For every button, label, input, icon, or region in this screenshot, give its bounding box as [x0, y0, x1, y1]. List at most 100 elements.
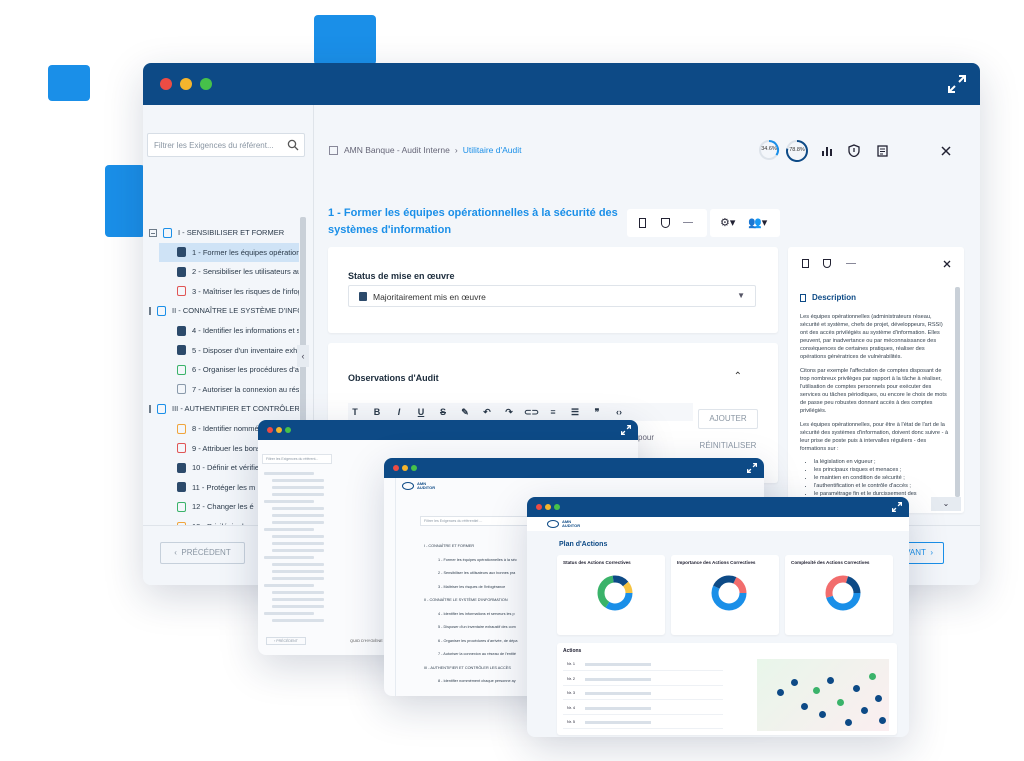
- tree-item[interactable]: 1 - Former les équipes opérationnelles: [159, 242, 299, 262]
- window-2-expand-icon[interactable]: [621, 425, 631, 435]
- underline-button[interactable]: U: [414, 407, 428, 417]
- collapse-icon[interactable]: [149, 228, 157, 237]
- maximize-dot[interactable]: [200, 78, 212, 90]
- window-3-minimize-dot[interactable]: [402, 465, 408, 471]
- window-2-maximize-dot[interactable]: [285, 427, 291, 433]
- window-3-tree-row[interactable]: 3 - Maîtriser les risques de l'infogéran…: [438, 585, 505, 589]
- action-bubble[interactable]: [861, 707, 868, 714]
- add-button[interactable]: AJOUTER: [698, 409, 758, 429]
- tree-section[interactable]: II - CONNAÎTRE LE SYSTÈME D'INFORMATION: [149, 301, 299, 320]
- close-panel-icon[interactable]: [943, 260, 951, 268]
- action-row[interactable]: Nr. 3: [563, 688, 723, 700]
- window-3-tree-row[interactable]: 2 - Sensibiliser les utilisateurs aux bo…: [438, 571, 515, 575]
- chart-icon[interactable]: [821, 145, 833, 157]
- window-3-tree-row[interactable]: II - CONNAÎTRE LE SYSTÈME D'INFORMATION: [424, 598, 508, 602]
- action-bubble[interactable]: [875, 695, 882, 702]
- tree-item[interactable]: 2 - Sensibiliser les utilisateurs aux: [149, 262, 299, 281]
- italic-button[interactable]: I: [392, 407, 406, 417]
- collapse-sidebar-handle[interactable]: ‹: [297, 345, 309, 367]
- wave-icon[interactable]: [683, 222, 693, 223]
- action-bubble[interactable]: [845, 719, 852, 726]
- window-3-tree-row[interactable]: 7 - Autoriser la connexion au réseau de …: [438, 652, 516, 656]
- tree-item[interactable]: 3 - Maîtriser les risques de l'infogéran…: [149, 282, 299, 301]
- settings-dropdown-icon[interactable]: ⚙▾: [720, 216, 735, 229]
- heading-button[interactable]: T: [348, 407, 362, 417]
- link-icon[interactable]: ⊂⊃: [524, 407, 539, 418]
- breadcrumb-current[interactable]: Utilitaire d'Audit: [463, 145, 522, 155]
- search-icon[interactable]: [287, 139, 299, 151]
- scroll-down-button[interactable]: ⌄: [931, 497, 961, 511]
- ordered-list-icon[interactable]: ≡: [546, 407, 560, 417]
- editor-text[interactable]: pour: [638, 433, 654, 442]
- book-icon[interactable]: [639, 218, 646, 228]
- tree-item[interactable]: 4 - Identifier les informations et serve…: [149, 321, 299, 340]
- bold-button[interactable]: B: [370, 407, 384, 417]
- tree-item[interactable]: 5 - Disposer d'un inventaire exhaustif: [149, 341, 299, 360]
- quote-icon[interactable]: ❞: [590, 407, 604, 418]
- chevron-up-icon[interactable]: ⌃: [734, 371, 742, 382]
- wave-icon-tab[interactable]: [846, 263, 856, 264]
- action-bubble[interactable]: [869, 673, 876, 680]
- clipboard-icon[interactable]: [877, 144, 888, 157]
- action-row[interactable]: Nr. 2: [563, 674, 723, 686]
- action-row[interactable]: Nr. 1: [563, 659, 723, 671]
- undo-icon[interactable]: ↶: [480, 407, 494, 418]
- book-icon-tab[interactable]: [802, 259, 809, 268]
- tree-item[interactable]: 6 - Organiser les procédures d'arrivée: [149, 360, 299, 379]
- window-4-expand-icon[interactable]: [892, 502, 902, 512]
- window-3-tree-row[interactable]: 1 - Former les équipes opérationnelles à…: [438, 558, 517, 562]
- action-bubble[interactable]: [837, 699, 844, 706]
- window-3-tree-row[interactable]: 8 - Identifier nommément chaque personne…: [438, 679, 516, 683]
- code-icon[interactable]: ‹›: [612, 407, 626, 417]
- minimize-dot[interactable]: [180, 78, 192, 90]
- action-bubble[interactable]: [879, 717, 886, 724]
- shield-check-icon-tab[interactable]: [823, 259, 831, 268]
- highlight-icon[interactable]: ✎: [458, 407, 472, 418]
- tree-item[interactable]: 7 - Autoriser la connexion au réseau: [149, 380, 299, 399]
- status-select[interactable]: Majoritairement mis en œuvre ▼: [348, 285, 756, 307]
- sidebar-filter[interactable]: Filtrer les Exigences du référent...: [147, 133, 305, 157]
- window-3-tree-row[interactable]: 5 - Disposer d'un inventaire exhaustif d…: [438, 625, 516, 629]
- tree-section[interactable]: I - SENSIBILISER ET FORMER: [149, 223, 299, 242]
- redo-icon[interactable]: ↷: [502, 407, 516, 418]
- action-bubble[interactable]: [827, 677, 834, 684]
- strike-button[interactable]: S: [436, 407, 450, 417]
- window-3-expand-icon[interactable]: [747, 463, 757, 473]
- shield-check-icon[interactable]: [661, 218, 670, 228]
- window-3-tree-row[interactable]: III - AUTHENTIFIER ET CONTRÔLER LES ACCÈ…: [424, 666, 511, 670]
- window-4-maximize-dot[interactable]: [554, 504, 560, 510]
- window-3-tree-row[interactable]: 4 - Identifier les informations et serve…: [438, 612, 515, 616]
- collapse-icon[interactable]: [149, 306, 151, 315]
- window-3-maximize-dot[interactable]: [411, 465, 417, 471]
- window-4-minimize-dot[interactable]: [545, 504, 551, 510]
- close-dot[interactable]: [160, 78, 172, 90]
- previous-button[interactable]: ‹ PRÉCÉDENT: [160, 542, 245, 564]
- window-2-filter[interactable]: Filtrer les Exigences du référent...: [262, 454, 332, 464]
- action-row[interactable]: Nr. 5: [563, 717, 723, 729]
- reset-button[interactable]: RÉINITIALISER: [690, 437, 766, 457]
- users-dropdown-icon[interactable]: 👥▾: [748, 216, 767, 229]
- tree-scrollbar[interactable]: [300, 217, 306, 437]
- breadcrumb-root[interactable]: AMN Banque - Audit Interne: [344, 145, 450, 155]
- window-2-minimize-dot[interactable]: [276, 427, 282, 433]
- expand-icon[interactable]: [948, 75, 966, 93]
- window-3-tree-row[interactable]: 6 - Organiser les procédures d'arrivée, …: [438, 639, 517, 643]
- window-3-tree-row[interactable]: I - CONNAÎTRE ET FORMER: [424, 544, 474, 548]
- action-bubble[interactable]: [791, 679, 798, 686]
- tree-section[interactable]: III - AUTHENTIFIER ET CONTRÔLER LES ACCÈ…: [149, 399, 299, 418]
- window-2-prev-button[interactable]: ‹ PRÉCÉDENT: [266, 637, 306, 645]
- action-bubble[interactable]: [819, 711, 826, 718]
- bullet-list-icon[interactable]: ☰: [568, 407, 582, 418]
- action-bubble[interactable]: [777, 689, 784, 696]
- window-3-close-dot[interactable]: [393, 465, 399, 471]
- collapse-icon[interactable]: [149, 404, 151, 413]
- shield-icon[interactable]: [848, 144, 860, 157]
- window-4-close-dot[interactable]: [536, 504, 542, 510]
- action-bubble[interactable]: [853, 685, 860, 692]
- action-row[interactable]: Nr. 4: [563, 703, 723, 715]
- chevron-down-icon[interactable]: ▼: [737, 291, 745, 300]
- window-2-close-dot[interactable]: [267, 427, 273, 433]
- action-bubble[interactable]: [813, 687, 820, 694]
- close-icon[interactable]: [941, 146, 951, 156]
- description-scrollbar[interactable]: [955, 287, 960, 497]
